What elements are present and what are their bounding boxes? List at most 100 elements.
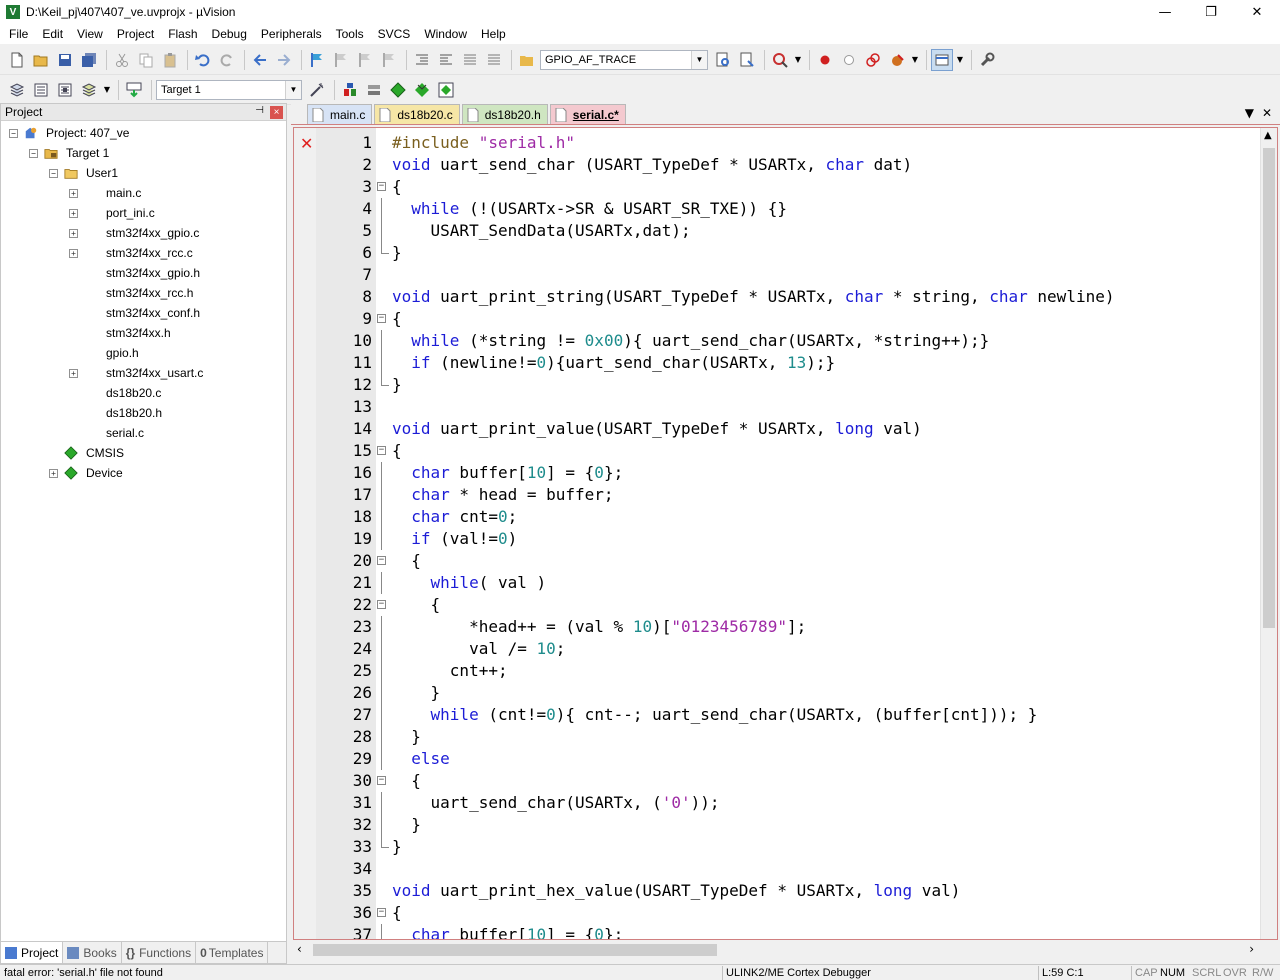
code-line[interactable]: 7 [294, 264, 1277, 286]
batch-build-button[interactable] [78, 79, 100, 101]
maximize-button[interactable]: ❐ [1188, 0, 1234, 24]
tab-ds18b20-h[interactable]: ds18b20.h [461, 104, 548, 124]
fold-collapse-icon[interactable]: − [377, 908, 386, 917]
tree-file[interactable]: serial.c [1, 423, 286, 443]
horizontal-scrollbar[interactable]: ‹ › [293, 941, 1278, 959]
tab-ds18b20-c[interactable]: ds18b20.c [374, 104, 460, 124]
indent-button[interactable] [411, 49, 433, 71]
disable-all-breakpoints-button[interactable] [862, 49, 884, 71]
target-combo[interactable]: Target 1 ▼ [156, 79, 302, 100]
code-line[interactable]: 17 char * head = buffer; [294, 484, 1277, 506]
error-marker-icon[interactable]: ✕ [300, 133, 313, 155]
code-line[interactable]: 19 if (val!=0) [294, 528, 1277, 550]
scroll-up-icon[interactable]: ▲ [1264, 130, 1272, 141]
tree-file[interactable]: + port_ini.c [1, 203, 286, 223]
code-line[interactable]: 31 uart_send_char(USARTx, ('0')); [294, 792, 1277, 814]
code-line[interactable]: 24 val /= 10; [294, 638, 1277, 660]
fold-collapse-icon[interactable]: − [377, 776, 386, 785]
code-line[interactable]: 30− { [294, 770, 1277, 792]
code-line[interactable]: 14 void uart_print_value(USART_TypeDef * … [294, 418, 1277, 440]
tab-functions[interactable]: {} Functions [122, 942, 197, 963]
find-combo[interactable]: GPIO_AF_TRACE ▼ [540, 49, 708, 70]
save-all-button[interactable] [78, 49, 100, 71]
menu-flash[interactable]: Flash [161, 24, 204, 44]
code-line[interactable]: 6} [294, 242, 1277, 264]
close-window-button[interactable]: ✕ [1234, 0, 1280, 24]
code-line[interactable]: 22− { [294, 594, 1277, 616]
build-button[interactable] [30, 79, 52, 101]
tab-serial-c[interactable]: serial.c* [549, 104, 626, 124]
uncomment-button[interactable] [483, 49, 505, 71]
vertical-scrollbar[interactable]: ▲ [1260, 128, 1277, 939]
collapse-icon[interactable]: − [49, 168, 58, 178]
collapse-icon[interactable]: − [29, 148, 38, 158]
menu-file[interactable]: File [2, 24, 35, 44]
code-line[interactable]: 10 while (*string != 0x00){ uart_send_ch… [294, 330, 1277, 352]
pin-icon[interactable]: ⊣ [255, 105, 264, 116]
menu-help[interactable]: Help [474, 24, 513, 44]
rebuild-button[interactable] [54, 79, 76, 101]
manage-run-time-button[interactable] [387, 79, 409, 101]
kill-breakpoints-button[interactable] [886, 49, 908, 71]
code-line[interactable]: 32 } [294, 814, 1277, 836]
code-line[interactable]: 23 *head++ = (val % 10)["0123456789"]; [294, 616, 1277, 638]
tree-node-cmsis[interactable]: CMSIS [1, 443, 286, 463]
incremental-find-button[interactable] [736, 49, 758, 71]
find-button[interactable] [712, 49, 734, 71]
clear-bookmarks-button[interactable] [378, 49, 400, 71]
fold-collapse-icon[interactable]: − [377, 314, 386, 323]
menu-view[interactable]: View [70, 24, 110, 44]
manage-project-items-button[interactable] [339, 79, 361, 101]
expand-icon[interactable]: + [49, 468, 58, 478]
chevron-down-icon[interactable]: ▼ [285, 80, 301, 99]
fold-collapse-icon[interactable]: − [377, 446, 386, 455]
tree-node-target[interactable]: − Target 1 [1, 143, 286, 163]
tree-file[interactable]: + stm32f4xx_gpio.c [1, 223, 286, 243]
batch-build-dropdown[interactable]: ▼ [102, 79, 112, 101]
fold-collapse-icon[interactable]: − [377, 182, 386, 191]
configure-button[interactable] [976, 49, 998, 71]
tree-node-device[interactable]: + Device [1, 463, 286, 483]
debug-dropdown[interactable]: ▼ [793, 49, 803, 71]
code-line[interactable]: 37 char buffer[10] = {0}; [294, 924, 1277, 939]
code-line[interactable]: 28 } [294, 726, 1277, 748]
menu-tools[interactable]: Tools [329, 24, 371, 44]
expand-icon[interactable]: + [69, 368, 78, 378]
expand-icon[interactable]: + [69, 188, 78, 198]
code-line[interactable]: 13 [294, 396, 1277, 418]
code-line[interactable]: 36−{ [294, 902, 1277, 924]
menu-debug[interactable]: Debug [205, 24, 254, 44]
code-line[interactable]: 12} [294, 374, 1277, 396]
code-editor[interactable]: ✕ 1 #include "serial.h" 2 void uart_send_cha… [293, 127, 1278, 940]
tree-file[interactable]: ds18b20.c [1, 383, 286, 403]
code-line[interactable]: 5 USART_SendData(USARTx,dat); [294, 220, 1277, 242]
code-line[interactable]: 33} [294, 836, 1277, 858]
comment-button[interactable] [459, 49, 481, 71]
code-line[interactable]: 27 while (cnt!=0){ cnt--; uart_send_char… [294, 704, 1277, 726]
code-line[interactable]: 18 char cnt=0; [294, 506, 1277, 528]
tree-file[interactable]: + stm32f4xx_rcc.c [1, 243, 286, 263]
window-layout-button[interactable] [931, 48, 953, 71]
translate-button[interactable] [6, 79, 28, 101]
code-line[interactable]: 11 if (newline!=0){uart_send_char(USARTx… [294, 352, 1277, 374]
tree-file[interactable]: ds18b20.h [1, 403, 286, 423]
tab-project[interactable]: Project [1, 942, 64, 963]
nav-back-button[interactable] [249, 49, 271, 71]
code-line[interactable]: ✕ 1 #include "serial.h" [294, 132, 1277, 154]
minimize-button[interactable]: — [1142, 0, 1188, 24]
cut-button[interactable] [111, 49, 133, 71]
disable-breakpoint-button[interactable] [838, 49, 860, 71]
scroll-left-icon[interactable]: ‹ [297, 942, 302, 956]
scroll-right-icon[interactable]: › [1249, 942, 1254, 956]
paste-button[interactable] [159, 49, 181, 71]
tab-templates[interactable]: 0 Templates [196, 942, 269, 963]
tab-main-c[interactable]: main.c [307, 104, 373, 124]
expand-icon[interactable]: + [69, 208, 78, 218]
code-line[interactable]: 3−{ [294, 176, 1277, 198]
tree-file[interactable]: stm32f4xx_gpio.h [1, 263, 286, 283]
code-line[interactable]: 25 cnt++; [294, 660, 1277, 682]
copy-button[interactable] [135, 49, 157, 71]
debug-session-button[interactable] [769, 49, 791, 71]
expand-icon[interactable]: + [69, 248, 78, 258]
open-file-button[interactable] [30, 49, 52, 71]
